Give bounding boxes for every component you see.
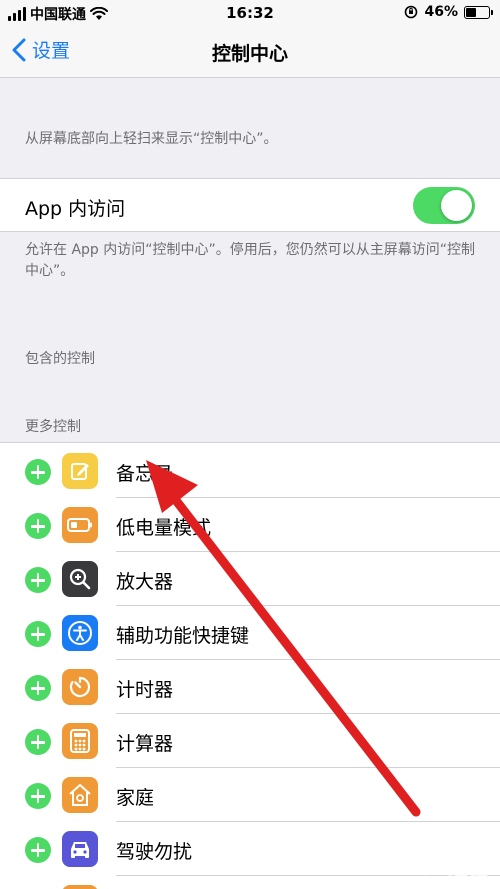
timer-icon: [62, 669, 98, 705]
control-row-3: 辅助功能快捷键: [0, 606, 500, 660]
nav-bar: 设置 控制中心: [0, 26, 500, 78]
app-access-row: App 内访问: [0, 178, 500, 232]
add-control-button[interactable]: [25, 567, 51, 593]
status-right: 46%: [404, 4, 493, 20]
more-controls-header: 更多控制: [25, 419, 81, 435]
battery-icon: [62, 507, 98, 543]
calculator-icon: [62, 723, 98, 759]
control-row-1: 低电量模式: [0, 498, 500, 552]
app-access-description: 允许在 App 内访问“控制中心”。停用后，您仍然可以从主屏幕访问“控制中心”。: [25, 242, 476, 279]
control-row-6: 家庭: [0, 768, 500, 822]
battery-percent: 46%: [424, 4, 458, 20]
included-controls-header: 包含的控制: [25, 351, 95, 367]
battery-icon: [464, 5, 493, 19]
control-row-2: 放大器: [0, 552, 500, 606]
status-bar: 中国联通 16:32 46%: [0, 0, 500, 26]
add-control-button[interactable]: [25, 675, 51, 701]
add-control-button[interactable]: [25, 837, 51, 863]
control-row-5: 计算器: [0, 714, 500, 768]
orientation-lock-icon: [405, 5, 418, 19]
swipe-description: 从屏幕底部向上轻扫来显示“控制中心”。: [25, 131, 278, 147]
app-access-label: App 内访问: [25, 198, 126, 220]
watermark: Bai 经验: [405, 856, 488, 880]
control-label: 计时器: [116, 679, 174, 701]
car-icon: [62, 831, 98, 867]
add-control-button[interactable]: [25, 783, 51, 809]
add-control-button[interactable]: [25, 621, 51, 647]
magnifier-icon: [62, 561, 98, 597]
control-row-0: 备忘录: [0, 444, 500, 498]
battery-fill: [466, 7, 477, 17]
notes-icon: [62, 453, 98, 489]
control-label: 辅助功能快捷键: [116, 625, 250, 647]
more-controls-list: 备忘录低电量模式放大器辅助功能快捷键 计时器计算器家庭驾驶勿扰: [0, 442, 500, 889]
toggle-knob: [441, 190, 472, 221]
control-label: 备忘录: [116, 463, 174, 485]
page-title: 控制中心: [211, 43, 288, 65]
accessibility-icon: [62, 615, 98, 651]
partial-icon: [62, 885, 98, 889]
control-label: 驾驶勿扰: [116, 841, 193, 863]
control-label: 低电量模式: [116, 517, 212, 539]
control-label: 家庭: [116, 787, 155, 809]
add-control-button[interactable]: [25, 459, 51, 485]
control-label: 计算器: [116, 733, 174, 755]
control-label: 放大器: [116, 571, 174, 593]
add-control-button[interactable]: [25, 729, 51, 755]
app-access-toggle[interactable]: [413, 187, 475, 224]
home-icon: [62, 777, 98, 813]
add-control-button[interactable]: [25, 513, 51, 539]
control-row-4: 计时器: [0, 660, 500, 714]
